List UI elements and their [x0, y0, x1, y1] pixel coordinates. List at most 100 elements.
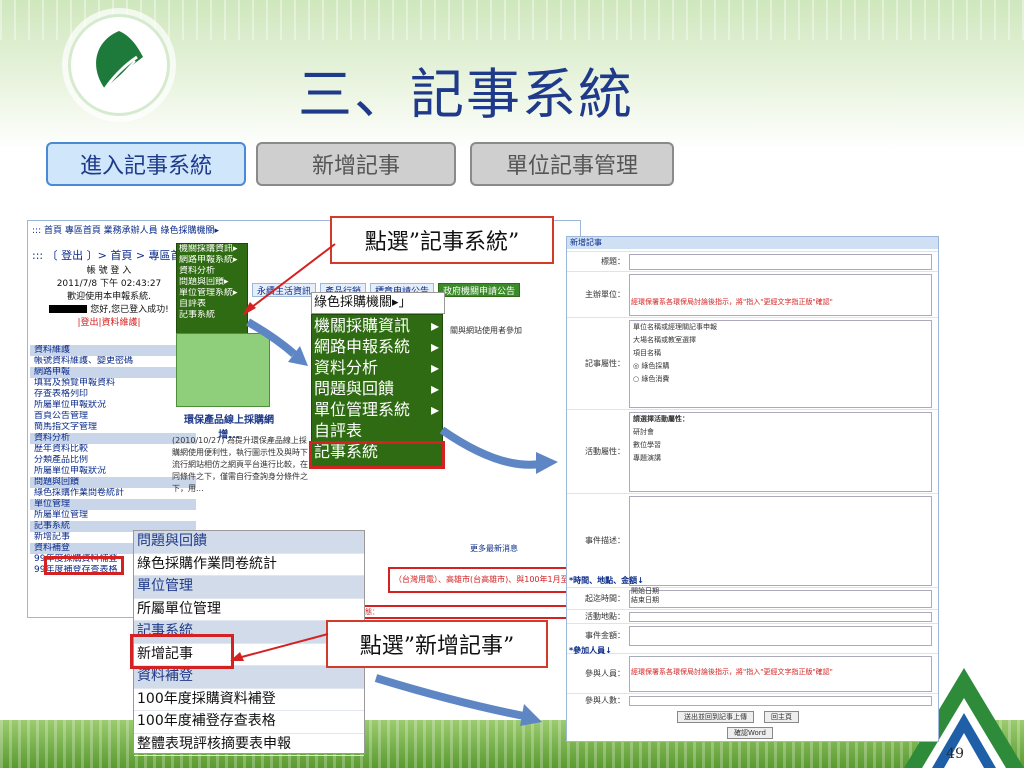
activity-option-checkbox[interactable]: 數位學習: [633, 439, 689, 452]
big-menu-item[interactable]: 資料分析 ▸: [312, 357, 442, 378]
tab-enter-notes-system[interactable]: 進入記事系統: [46, 142, 246, 186]
more-news-link[interactable]: 更多最新消息: [470, 543, 518, 554]
flow-arrow-icon: [440, 426, 558, 474]
form-field[interactable]: [629, 274, 932, 316]
form-header: 新增記事: [567, 237, 938, 249]
form-row-label: 事件金額：: [585, 631, 625, 640]
callout-select-new: 點選”新增記事”: [326, 620, 548, 668]
login-title: 帳 號 登 入: [86, 266, 132, 276]
sidebar-item[interactable]: 填寫及預覽申報資料: [30, 378, 196, 389]
chevron-right-icon: ▸: [430, 400, 439, 419]
red-hint-text: 經環保署系各環保局討論後指示，將"指入"更經文字指正版"確認": [631, 668, 833, 676]
small-menu-item[interactable]: 自評表: [177, 299, 247, 310]
list-item[interactable]: 綠色採購作業問卷統計: [134, 554, 364, 576]
chevron-right-icon: ▸: [430, 358, 439, 377]
form-row-label: 起迄時間：: [585, 594, 625, 603]
list-section-header: 問題與回饋: [134, 531, 364, 554]
section-people-header: *參加人員↓: [569, 646, 612, 655]
form-field[interactable]: [629, 696, 932, 706]
logout-line[interactable]: ::: 〔 登出 〕> 首頁 > 專區首: [32, 247, 182, 263]
form-field[interactable]: [629, 626, 932, 646]
form-row: 起迄時間：: [567, 587, 938, 608]
form-row-label: 參與人數：: [585, 696, 625, 705]
activity-option-checkbox[interactable]: 專題演講: [633, 452, 689, 465]
notice-box: 產業動態：: [338, 605, 586, 619]
sidebar-item[interactable]: 簡馬指文字管理: [30, 422, 196, 433]
tab-add-note[interactable]: 新增記事: [256, 142, 456, 186]
small-menu-item[interactable]: 單位管理系統▸: [177, 288, 247, 299]
form-row: 事件描述：: [567, 493, 938, 586]
menu-highlight-notes-system: [309, 441, 445, 469]
big-menu-item-label: 問題與回饋: [314, 379, 395, 398]
big-menu-item-label: 單位管理系統: [314, 400, 411, 419]
chevron-right-icon: ▸: [430, 316, 439, 335]
users-note: 關與網站使用者參加: [450, 326, 522, 335]
form-row: 活動屬性：: [567, 409, 938, 492]
attribute-option[interactable]: ○ 綠色消費: [633, 373, 717, 386]
login-box: 帳 號 登 入 2011/7/8 下午 02:43:27 歡迎使用本申報系統. …: [42, 263, 176, 333]
big-menu-item[interactable]: 單位管理系統 ▸: [312, 399, 442, 420]
end-date-label: 結束日期: [631, 596, 659, 604]
form-row-label: 事件描述：: [585, 536, 625, 545]
sidebar-item[interactable]: 所屬單位申報狀況: [30, 400, 196, 411]
start-date-label: 開始日期: [631, 587, 659, 595]
form-row: 事件金額：: [567, 623, 938, 646]
form-row-label: 活動屬性：: [585, 447, 625, 456]
sidebar-item[interactable]: 帳號資料維護、變更密碼: [30, 356, 196, 367]
dropdown-menu-small: 機關採購資訊▸ 網路申報系統▸ 資料分析 問題與回饋▸ 單位管理系統▸ 自評表 記事系統: [176, 243, 248, 337]
chevron-right-icon: ▸: [430, 337, 439, 356]
redacted-name: [49, 304, 88, 313]
list-item[interactable]: 整體表現評核摘要表申報: [134, 734, 364, 756]
content-tab-3[interactable]: 政府機關申請公告: [438, 283, 521, 297]
big-menu-item[interactable]: 網路申報系統 ▸: [312, 336, 442, 357]
form-row: 活動地點：: [567, 609, 938, 622]
confirm-word-button[interactable]: 確認Word: [727, 727, 773, 739]
big-menu-item[interactable]: 問題與回饋 ▸: [312, 378, 442, 399]
list-section-header: 單位管理: [134, 576, 364, 599]
form-row-label: 記事屬性：: [585, 359, 625, 368]
small-menu-item[interactable]: 網路申報系統▸: [177, 255, 247, 266]
attribute-option[interactable]: 大場名稱或教室選擇: [633, 334, 717, 347]
small-menu-item[interactable]: 問題與回饋▸: [177, 277, 247, 288]
form-button[interactable]: 回主頁: [764, 711, 799, 723]
form-row-label: 參與人員：: [585, 669, 625, 678]
ticker-box: （台灣用電）、高雄市(台高雄市)、與100年1月至: [388, 567, 586, 593]
form-field[interactable]: [629, 612, 932, 622]
attribute-option[interactable]: 單位名稱或經理關記事申報: [633, 321, 717, 334]
attribute-option[interactable]: ◎ 綠色採購: [633, 360, 717, 373]
sidebar-item[interactable]: 首頁公告管理: [30, 411, 196, 422]
form-row-label: 標題：: [601, 257, 625, 266]
form-row: 參與人數：: [567, 693, 938, 706]
activity-title: 請選擇活動屬性：: [633, 415, 689, 423]
form-button[interactable]: 送出並回到記事上傳: [677, 711, 754, 723]
list-section-header: 資料補登: [134, 666, 364, 689]
big-menu-item-label: 資料分析: [314, 358, 379, 377]
new-note-form-screenshot: 新增記事 標題： 主辦單位： 記事屬性： 活動屬性： 事件描述： 起迄時間： 活動地點： 事件…: [566, 236, 939, 742]
attribute-option[interactable]: 項目名稱: [633, 347, 717, 360]
form-row-label: 活動地點：: [585, 612, 625, 621]
callout-pointer-arrow-icon: [230, 633, 329, 661]
big-menu-item[interactable]: 自評表: [312, 420, 442, 441]
sidebar-item[interactable]: 存查表格列印: [30, 389, 196, 400]
list-item[interactable]: 100年度補登存查表格: [134, 711, 364, 734]
form-field[interactable]: [629, 590, 932, 608]
red-hint-text: 經環保署系各環保局討論後指示，將"指入"更經文字指正版"確認": [631, 298, 833, 306]
small-menu-item[interactable]: 機關採購資訊▸: [177, 244, 247, 255]
list-item[interactable]: 100年度採購資料補登: [134, 689, 364, 711]
chevron-right-icon: ▸: [430, 379, 439, 398]
sidebar-highlight-new-note: [44, 556, 124, 575]
login-links[interactable]: |登出|資料維護|: [42, 315, 176, 328]
activity-option-checkbox[interactable]: 研討會: [633, 426, 689, 439]
form-field[interactable]: [629, 254, 932, 270]
form-row: 記事屬性：: [567, 317, 938, 408]
list-item[interactable]: 所屬單位管理: [134, 599, 364, 621]
list-highlight-new-note: [130, 634, 234, 669]
small-menu-item[interactable]: 資料分析: [177, 266, 247, 277]
attribute-options[interactable]: 單位名稱或經理關記事申報 大場名稱或教室選擇 項目名稱 ◎ 綠色採購 ○ 綠色消費: [633, 321, 717, 386]
tab-unit-notes-management[interactable]: 單位記事管理: [470, 142, 674, 186]
form-row: 標題：: [567, 251, 938, 270]
green-leaf-logo-icon: [68, 14, 170, 116]
form-field[interactable]: [629, 496, 932, 586]
sidebar-section-header: 網路申報: [30, 367, 196, 378]
small-menu-item[interactable]: 記事系統: [177, 310, 247, 321]
